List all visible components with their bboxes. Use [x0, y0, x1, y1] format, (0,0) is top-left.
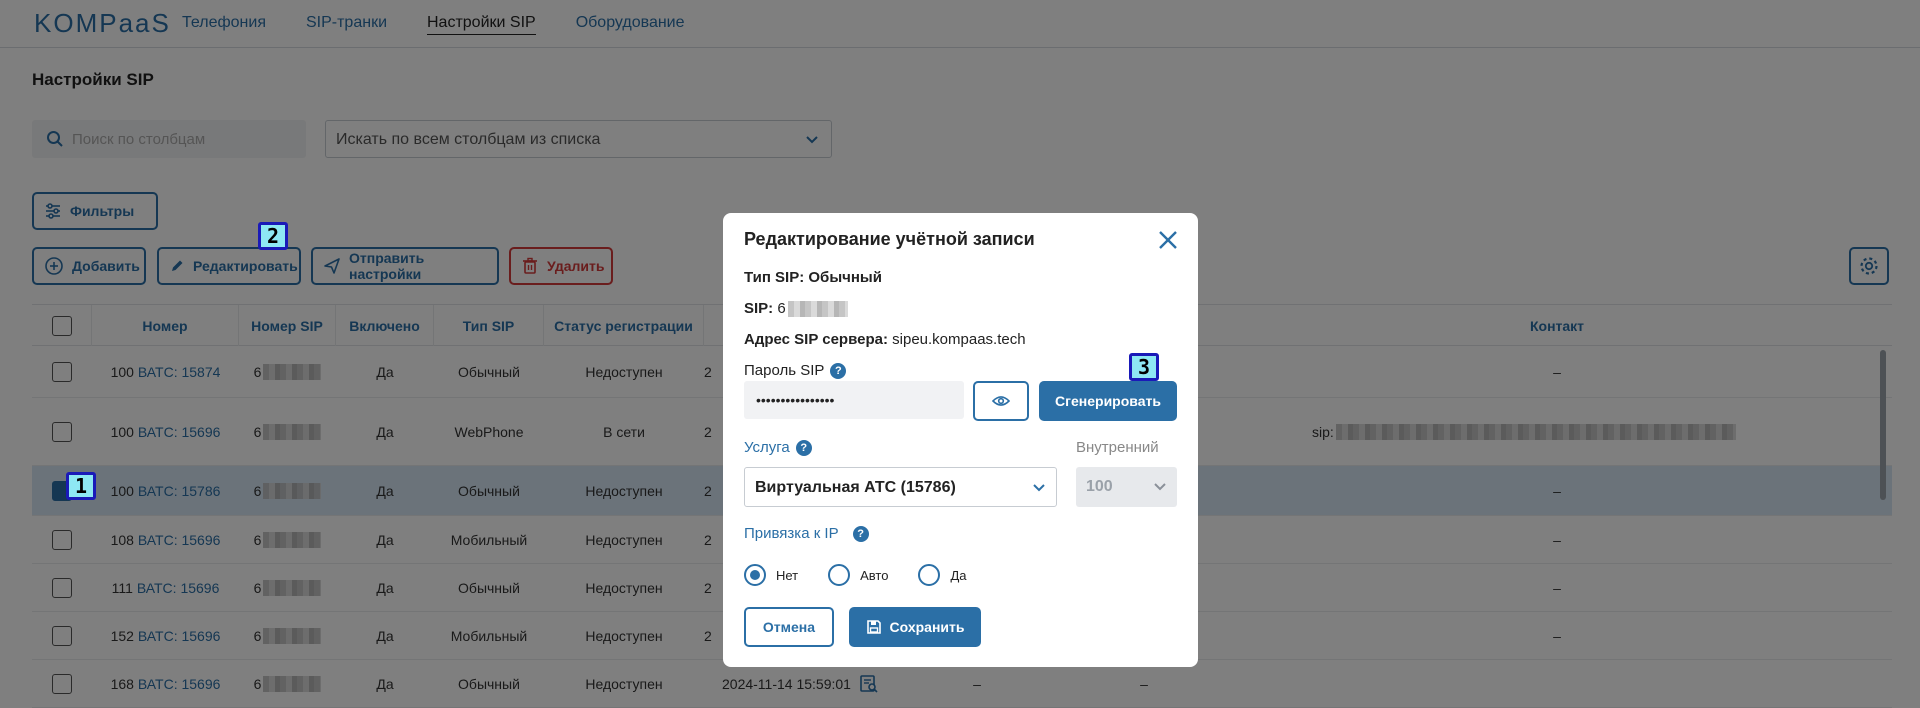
server-address-line: Адрес SIP сервера: sipeu.kompaas.tech [744, 331, 1026, 348]
ip-radio-auto-label: Авто [860, 567, 889, 583]
chevron-down-icon [1154, 483, 1166, 491]
help-icon[interactable]: ? [852, 525, 869, 542]
password-field[interactable] [744, 381, 964, 419]
ip-radio-no[interactable] [744, 564, 766, 586]
step-marker-1: 1 [66, 472, 96, 500]
chevron-down-icon [1033, 484, 1045, 492]
step-marker-2: 2 [258, 222, 288, 250]
eye-icon [992, 396, 1010, 406]
floppy-disk-icon [866, 619, 882, 635]
ip-radio-auto[interactable] [828, 564, 851, 586]
service-select[interactable]: Виртуальная АТС (15786) [744, 467, 1057, 507]
ip-radio-yes[interactable] [918, 564, 941, 586]
service-label: Услуга? [744, 439, 812, 456]
save-button[interactable]: Сохранить [849, 607, 981, 647]
ip-radio-no-label: Нет [776, 567, 799, 583]
close-icon[interactable] [1155, 227, 1181, 253]
edit-account-dialog: Редактирование учётной записи Тип SIP: О… [723, 213, 1198, 667]
generate-password-button[interactable]: Сгенерировать [1039, 381, 1177, 421]
service-select-value: Виртуальная АТС (15786) [755, 479, 956, 496]
redacted-value [787, 300, 848, 317]
step-marker-3: 3 [1129, 353, 1159, 381]
ip-radio-yes-label: Да [950, 567, 967, 583]
internal-label: Внутренний [1076, 439, 1159, 456]
internal-select-disabled: 100 [1076, 467, 1177, 507]
help-icon[interactable]: ? [795, 439, 812, 456]
save-label: Сохранить [889, 619, 965, 635]
ip-binding-label: Привязка к IP? [744, 525, 869, 542]
password-label: Пароль SIP? [744, 362, 847, 379]
help-icon[interactable]: ? [830, 362, 847, 379]
dialog-title: Редактирование учётной записи [744, 229, 1035, 249]
ip-binding-options: Нет Авто Да [744, 564, 997, 586]
sip-line: SIP: 6 [744, 300, 848, 317]
cancel-button[interactable]: Отмена [744, 607, 834, 647]
show-password-button[interactable] [973, 381, 1029, 421]
internal-select-value: 100 [1086, 478, 1113, 495]
sip-type-line: Тип SIP: Обычный [744, 269, 882, 286]
